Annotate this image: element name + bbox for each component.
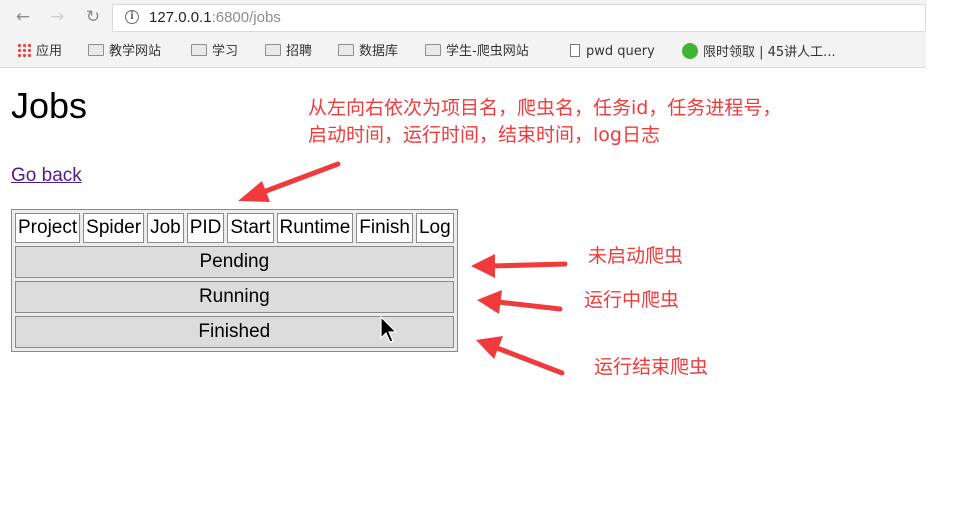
annotation-running: 运行中爬虫 <box>584 289 680 311</box>
column-header-log: Log <box>415 213 454 243</box>
annotation-finished: 运行结束爬虫 <box>594 356 709 378</box>
arrowhead-pending <box>471 254 495 278</box>
column-header-finish: Finish <box>356 213 413 243</box>
folder-icon <box>338 44 354 56</box>
bookmark-label: 教学网站 <box>109 44 162 59</box>
bookmark-label: 应用 <box>36 44 63 59</box>
bookmark-limited-offer[interactable]: 限时领取 | 45讲人工... <box>682 43 836 61</box>
bookmark-label: 招聘 <box>286 44 313 59</box>
folder-icon <box>88 44 104 56</box>
address-bar[interactable]: i 127.0.0.1:6800/jobs <box>112 4 926 32</box>
bookmark-label: 学生-爬虫网站 <box>446 44 529 59</box>
column-header-project: Project <box>15 213 81 243</box>
folder-icon <box>265 44 281 56</box>
bookmarks-bar: 应用 教学网站 学习 招聘 数据库 学生-爬虫网站 pwd query 限时领取… <box>0 36 926 68</box>
url-text[interactable]: 127.0.0.1:6800/jobs <box>149 9 281 26</box>
bookmark-study[interactable]: 学习 <box>191 43 238 61</box>
bookmark-pwd-query[interactable]: pwd query <box>570 43 655 61</box>
url-host: 127.0.0.1 <box>149 9 212 26</box>
bookmark-label: 数据库 <box>359 44 399 59</box>
column-header-spider: Spider <box>83 213 145 243</box>
pending-section-header: Pending <box>15 246 454 278</box>
bookmark-label: 限时领取 | 45讲人工... <box>703 45 836 60</box>
column-header-pid: PID <box>186 213 225 243</box>
bookmark-teaching-sites[interactable]: 教学网站 <box>88 43 161 61</box>
column-header-runtime: Runtime <box>276 213 354 243</box>
column-header-job: Job <box>147 213 184 243</box>
bookmark-database[interactable]: 数据库 <box>338 43 398 61</box>
reload-icon[interactable]: ↻ <box>82 6 104 28</box>
forward-arrow-icon[interactable]: → <box>46 6 68 28</box>
bookmark-recruiting[interactable]: 招聘 <box>265 43 312 61</box>
bookmark-label: pwd query <box>586 44 655 59</box>
arrowhead-finished <box>476 336 503 359</box>
annotation-columns-line1: 从左向右依次为项目名，爬虫名，任务id，任务进程号， <box>308 97 782 119</box>
page-icon <box>570 44 580 57</box>
arrow-to-finished <box>494 345 565 376</box>
arrowhead-running <box>477 290 502 314</box>
apps-grid-icon <box>17 43 31 57</box>
column-header-start: Start <box>227 213 274 243</box>
running-section-header: Running <box>15 281 454 313</box>
info-icon[interactable]: i <box>125 10 139 24</box>
running-section-row: Running <box>15 281 454 313</box>
bookmark-student-crawler-sites[interactable]: 学生-爬虫网站 <box>425 43 529 61</box>
arrowhead-columns <box>238 181 270 202</box>
table-header-row: Project Spider Job PID Start Runtime Fin… <box>15 213 454 243</box>
pending-section-row: Pending <box>15 246 454 278</box>
arrow-to-pending <box>489 261 568 269</box>
annotation-columns-line2: 启动时间，运行时间，结束时间，log日志 <box>308 124 660 146</box>
arrow-to-columns <box>255 161 341 197</box>
browser-window: ← → ↻ i 127.0.0.1:6800/jobs 应用 教学网站 学习 招… <box>0 0 972 511</box>
browser-toolbar: ← → ↻ i 127.0.0.1:6800/jobs <box>0 0 926 36</box>
page-title: Jobs <box>11 85 88 126</box>
go-back-link[interactable]: Go back <box>11 165 82 187</box>
wechat-icon <box>682 43 698 59</box>
bookmark-label: 学习 <box>212 44 239 59</box>
mouse-cursor-icon <box>380 316 398 343</box>
url-path: :6800/jobs <box>211 9 281 26</box>
folder-icon <box>425 44 441 56</box>
bookmark-apps[interactable]: 应用 <box>17 43 62 61</box>
back-arrow-icon[interactable]: ← <box>12 6 34 28</box>
annotation-pending: 未启动爬虫 <box>588 245 684 267</box>
folder-icon <box>191 44 207 56</box>
arrow-to-running <box>495 299 563 312</box>
